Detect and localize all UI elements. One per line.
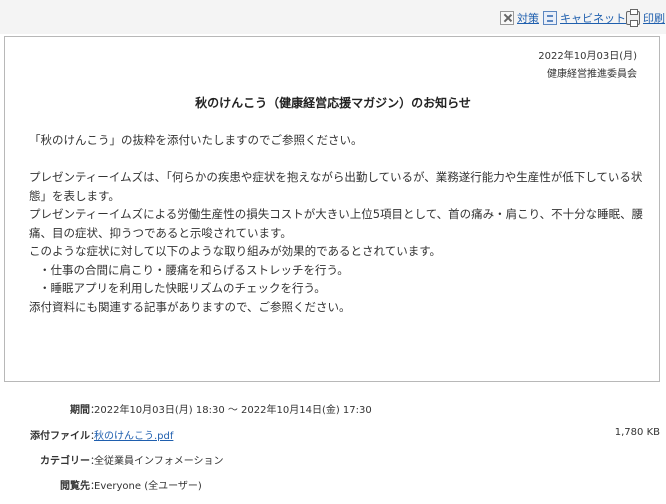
message-sender: 健康経営推進委員会 bbox=[547, 69, 637, 80]
viewer-row: 閲覧先 ： Everyone (全ユーザー) bbox=[0, 477, 666, 492]
message-text: 「秋のけんこう」の抜粋を添付いたしますのでご参照ください。 プレゼンティーイムズ… bbox=[29, 131, 645, 316]
close-icon bbox=[500, 11, 514, 25]
list-item: ・仕事の合間に肩こり・腰痛を和らげるストレッチを行う。 bbox=[39, 262, 349, 277]
message-body-panel: 2022年10月03日(月) 健康経営推進委員会 秋のけんこう（健康経営応援マガ… bbox=[4, 36, 660, 382]
period-value: 2022年10月03日(月) 18:30 ～ 2022年10月14日(金) 17… bbox=[94, 405, 372, 416]
attachment-label: 添付ファイル bbox=[30, 431, 90, 442]
category-row: カテゴリー ： 全従業員インフォメーション bbox=[0, 452, 666, 467]
attachment-size: 1,780 KB bbox=[614, 427, 660, 438]
viewer-label: 閲覧先 bbox=[60, 481, 90, 492]
category-value: 全従業員インフォメーション bbox=[94, 456, 224, 467]
list-item: ・睡眠アプリを利用した快眠リズムのチェックを行う。 bbox=[39, 281, 326, 295]
toolbar: 対策 キャビネット 印刷 bbox=[0, 0, 666, 34]
closing-paragraph: 添付資料にも関連する記事がありますので、ご参照ください。 bbox=[29, 299, 351, 314]
paragraph-measures: このような症状に対して以下のような取り組みが効果的であるとされています。 bbox=[29, 244, 442, 258]
unsubscribe-button[interactable]: 対策 bbox=[500, 10, 539, 26]
message-title: 秋のけんこう（健康経営応援マガジン）のお知らせ bbox=[195, 96, 471, 110]
paragraph-top5: プレゼンティーイムズによる労働生産性の損失コストが大きい上位5項目として、首の痛… bbox=[29, 207, 644, 240]
print-label: 印刷 bbox=[643, 12, 665, 25]
cabinet-icon bbox=[543, 11, 557, 25]
message-date: 2022年10月03日(月) bbox=[538, 51, 637, 62]
attachment-row: 添付ファイル ： 秋のけんこう.pdf 1,780 KB bbox=[0, 427, 666, 442]
period-row: 期間 ： 2022年10月03日(月) 18:30 ～ 2022年10月14日(… bbox=[0, 401, 666, 416]
printer-icon bbox=[626, 9, 640, 27]
attachment-link[interactable]: 秋のけんこう.pdf bbox=[94, 427, 173, 442]
intro-paragraph: 「秋のけんこう」の抜粋を添付いたしますのでご参照ください。 bbox=[29, 133, 363, 147]
paragraph-presenteeism: プレゼンティーイムズは、「何らかの疾患や症状を抱えながら出勤しているが、業務遂行… bbox=[29, 170, 643, 203]
cabinet-label: キャビネット bbox=[560, 12, 626, 25]
cabinet-button[interactable]: キャビネット bbox=[543, 10, 626, 26]
unsubscribe-label: 対策 bbox=[517, 12, 539, 25]
period-label: 期間 bbox=[70, 405, 90, 416]
print-button[interactable]: 印刷 bbox=[626, 9, 665, 27]
viewer-value: Everyone (全ユーザー) bbox=[94, 481, 202, 492]
category-label: カテゴリー bbox=[40, 456, 90, 467]
